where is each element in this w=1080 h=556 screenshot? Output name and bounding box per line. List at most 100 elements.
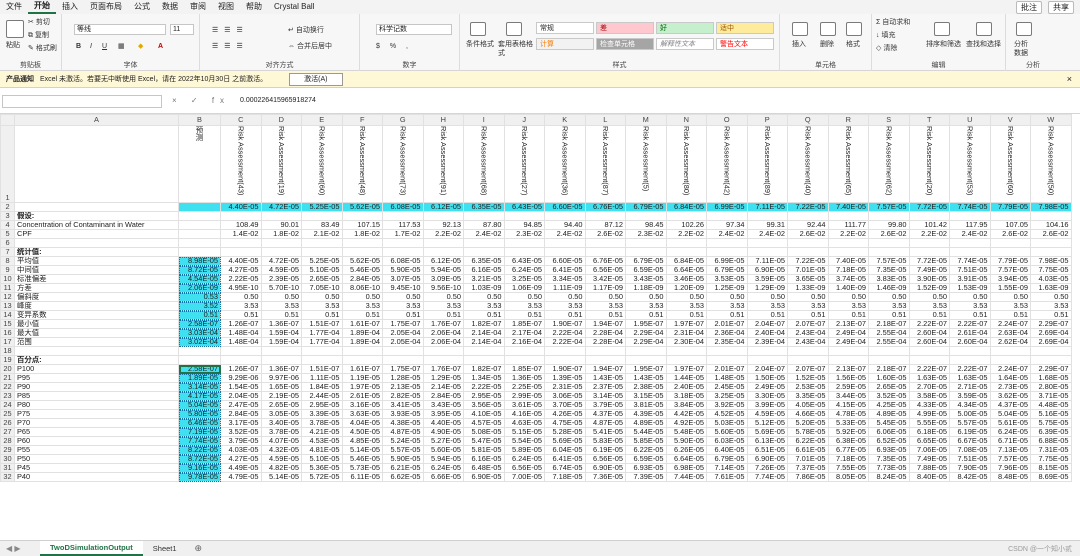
data-cell[interactable] — [827, 211, 869, 221]
data-cell[interactable]: 2.43E-04 — [787, 328, 829, 338]
data-cell[interactable]: 2.60E-04 — [949, 337, 991, 347]
cell-a[interactable]: 百分点: — [14, 355, 179, 365]
cell-a[interactable]: P40 — [14, 472, 179, 482]
data-cell[interactable]: 3.90E-05 — [908, 274, 950, 284]
align-icons-2[interactable]: ☰ ☰ ☰ — [212, 42, 245, 51]
data-cell[interactable] — [382, 211, 424, 221]
data-cell[interactable]: 1.97E-07 — [665, 319, 707, 329]
data-cell[interactable]: 7.18E-05 — [827, 454, 869, 464]
risk-header-cell[interactable]: Risk Assessment(27) — [503, 125, 545, 203]
cell-style-option[interactable]: 检查单元格 — [596, 38, 654, 50]
data-cell[interactable]: 2.1E-02 — [301, 229, 343, 239]
data-cell[interactable]: 117.53 — [382, 220, 424, 230]
data-cell[interactable]: 1.59E-04 — [260, 337, 302, 347]
data-cell[interactable]: 3.43E-05 — [625, 274, 667, 284]
risk-header-cell[interactable]: Risk Assessment(62) — [868, 125, 910, 203]
data-cell[interactable]: 6.74E-05 — [544, 463, 586, 473]
data-cell[interactable]: 4.10E-05 — [463, 409, 505, 419]
data-cell[interactable]: 6.03E-05 — [706, 436, 748, 446]
data-cell[interactable]: 5.70E-10 — [260, 283, 302, 293]
data-cell[interactable]: 4.04E-05 — [341, 418, 383, 428]
data-cell[interactable]: 1.19E-05 — [341, 373, 383, 383]
data-cell[interactable]: 4.87E-05 — [584, 418, 626, 428]
data-cell[interactable] — [341, 355, 383, 365]
data-cell[interactable]: 2.19E-05 — [260, 391, 302, 401]
data-cell[interactable]: 5.44E-05 — [625, 427, 667, 437]
data-cell[interactable]: 107.05 — [989, 220, 1031, 230]
borders-icon[interactable]: ▦ — [118, 42, 125, 51]
data-cell[interactable] — [341, 346, 383, 356]
data-cell[interactable] — [544, 211, 586, 221]
data-cell[interactable] — [503, 355, 545, 365]
data-cell[interactable]: 3.09E-05 — [422, 274, 464, 284]
data-cell[interactable] — [949, 211, 991, 221]
data-cell[interactable]: 6.61E-05 — [787, 445, 829, 455]
data-cell[interactable]: 0.50 — [989, 292, 1031, 302]
data-cell[interactable]: 5.08E-05 — [463, 427, 505, 437]
cell-a[interactable]: P70 — [14, 418, 179, 428]
data-cell[interactable]: 4.50E-05 — [341, 427, 383, 437]
data-cell[interactable]: 0.50 — [503, 292, 545, 302]
cell-style-option[interactable]: 警告文本 — [716, 38, 774, 50]
cell-b[interactable]: 3.52 — [178, 301, 221, 311]
data-cell[interactable]: 3.99E-05 — [746, 400, 788, 410]
row-header[interactable]: 31 — [0, 463, 15, 473]
data-cell[interactable] — [422, 238, 464, 248]
data-cell[interactable]: 2.36E-04 — [706, 328, 748, 338]
data-cell[interactable]: 1.4E-02 — [220, 229, 262, 239]
data-cell[interactable]: 1.77E-04 — [301, 337, 343, 347]
data-cell[interactable]: 1.36E-07 — [260, 319, 302, 329]
data-cell[interactable]: 4.90E-05 — [422, 427, 464, 437]
data-cell[interactable]: 1.85E-07 — [503, 364, 545, 374]
data-cell[interactable]: 4.72E-05 — [260, 202, 302, 212]
data-cell[interactable]: 0.50 — [827, 292, 869, 302]
data-cell[interactable]: 3.71E-05 — [1030, 391, 1072, 401]
data-cell[interactable] — [503, 247, 545, 257]
data-cell[interactable]: 6.13E-05 — [746, 436, 788, 446]
data-cell[interactable]: 3.53 — [584, 301, 626, 311]
data-cell[interactable] — [989, 355, 1031, 365]
cell-b[interactable]: 6.46E-05 — [178, 418, 221, 428]
data-cell[interactable]: 2.14E-05 — [422, 382, 464, 392]
data-cell[interactable] — [463, 211, 505, 221]
data-cell[interactable] — [463, 346, 505, 356]
data-cell[interactable]: 6.35E-05 — [463, 202, 505, 212]
data-cell[interactable]: 7.14E-05 — [706, 463, 748, 473]
data-cell[interactable]: 3.93E-05 — [382, 409, 424, 419]
data-cell[interactable]: 6.41E-05 — [544, 265, 586, 275]
data-cell[interactable]: 2.82E-05 — [382, 391, 424, 401]
data-cell[interactable] — [787, 238, 829, 248]
data-cell[interactable]: 101.42 — [908, 220, 950, 230]
data-cell[interactable]: 3.52E-05 — [868, 391, 910, 401]
data-cell[interactable]: 4.40E-05 — [422, 418, 464, 428]
data-cell[interactable]: 2.65E-05 — [301, 274, 343, 284]
data-cell[interactable]: 5.81E-05 — [463, 445, 505, 455]
data-cell[interactable]: 8.69E-05 — [1030, 472, 1072, 482]
data-cell[interactable]: 7.55E-05 — [827, 463, 869, 473]
data-cell[interactable]: 2.62E-04 — [989, 337, 1031, 347]
risk-header-cell[interactable]: Risk Assessment(43) — [220, 125, 262, 203]
data-cell[interactable]: 3.53E-05 — [706, 274, 748, 284]
data-cell[interactable]: 0.50 — [746, 292, 788, 302]
menu-item[interactable]: 文件 — [0, 0, 28, 14]
data-cell[interactable] — [382, 346, 424, 356]
data-cell[interactable]: 3.43E-05 — [422, 400, 464, 410]
column-header[interactable]: E — [301, 114, 343, 126]
column-header[interactable]: F — [341, 114, 383, 126]
cell-style-option[interactable]: 常规 — [536, 22, 594, 34]
data-cell[interactable]: 1.33E-09 — [787, 283, 829, 293]
data-cell[interactable]: 0.50 — [625, 292, 667, 302]
data-cell[interactable]: 1.43E-05 — [625, 373, 667, 383]
data-cell[interactable]: 5.57E-05 — [382, 445, 424, 455]
data-cell[interactable]: 2.71E-05 — [949, 382, 991, 392]
data-cell[interactable]: 3.40E-05 — [260, 418, 302, 428]
data-cell[interactable]: 1.25E-09 — [706, 283, 748, 293]
data-cell[interactable]: 2.6E-02 — [1030, 229, 1072, 239]
data-cell[interactable]: 4.16E-05 — [503, 409, 545, 419]
data-cell[interactable]: 2.6E-02 — [584, 229, 626, 239]
data-cell[interactable]: 2.06E-04 — [422, 328, 464, 338]
data-cell[interactable]: 2.06E-04 — [422, 337, 464, 347]
menu-item[interactable]: 公式 — [128, 0, 156, 14]
data-cell[interactable]: 3.56E-05 — [463, 400, 505, 410]
cell-b[interactable] — [178, 202, 221, 212]
